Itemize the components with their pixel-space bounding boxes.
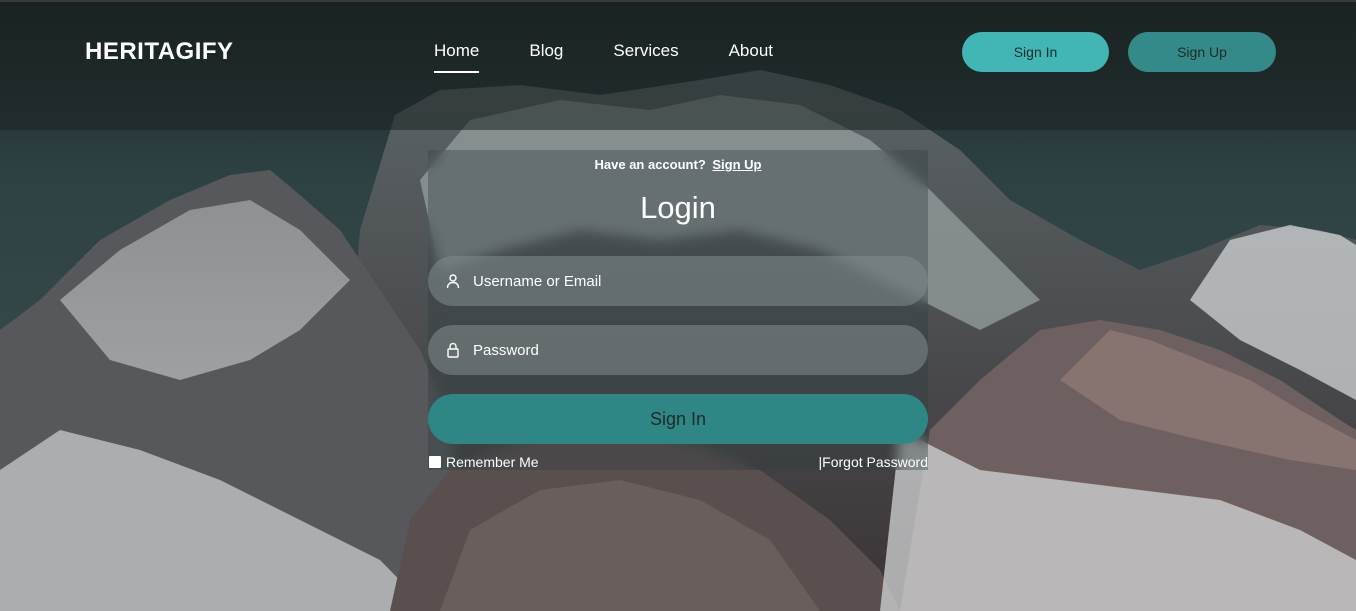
lock-icon (445, 342, 461, 358)
header-sign-up-button[interactable]: Sign Up (1128, 32, 1276, 72)
login-title: Login (640, 190, 716, 225)
remember-me[interactable]: Remember Me (429, 454, 539, 470)
main-nav: Home Blog Services About (434, 41, 823, 73)
forgot-password-link[interactable]: |Forgot Password (819, 454, 928, 470)
username-input[interactable] (473, 272, 893, 290)
remember-me-label: Remember Me (446, 454, 539, 470)
header: HERITAGIFY Home Blog Services About Sign… (0, 0, 1356, 100)
username-field[interactable] (428, 256, 928, 306)
nav-home[interactable]: Home (434, 41, 480, 73)
nav-about[interactable]: About (729, 41, 773, 73)
sign-in-submit-button[interactable]: Sign In (428, 394, 928, 444)
password-field[interactable] (428, 325, 928, 375)
nav-services[interactable]: Services (613, 41, 678, 73)
user-icon (445, 273, 461, 289)
header-sign-in-button[interactable]: Sign In (962, 32, 1109, 72)
password-input[interactable] (473, 341, 893, 359)
sign-up-link[interactable]: Sign Up (712, 157, 761, 172)
logo: HERITAGIFY (85, 38, 234, 65)
have-account-text: Have an account? (594, 157, 706, 172)
remember-me-checkbox[interactable] (429, 456, 441, 468)
nav-blog[interactable]: Blog (529, 41, 563, 73)
have-account-line: Have an account? Sign Up (0, 157, 1356, 172)
